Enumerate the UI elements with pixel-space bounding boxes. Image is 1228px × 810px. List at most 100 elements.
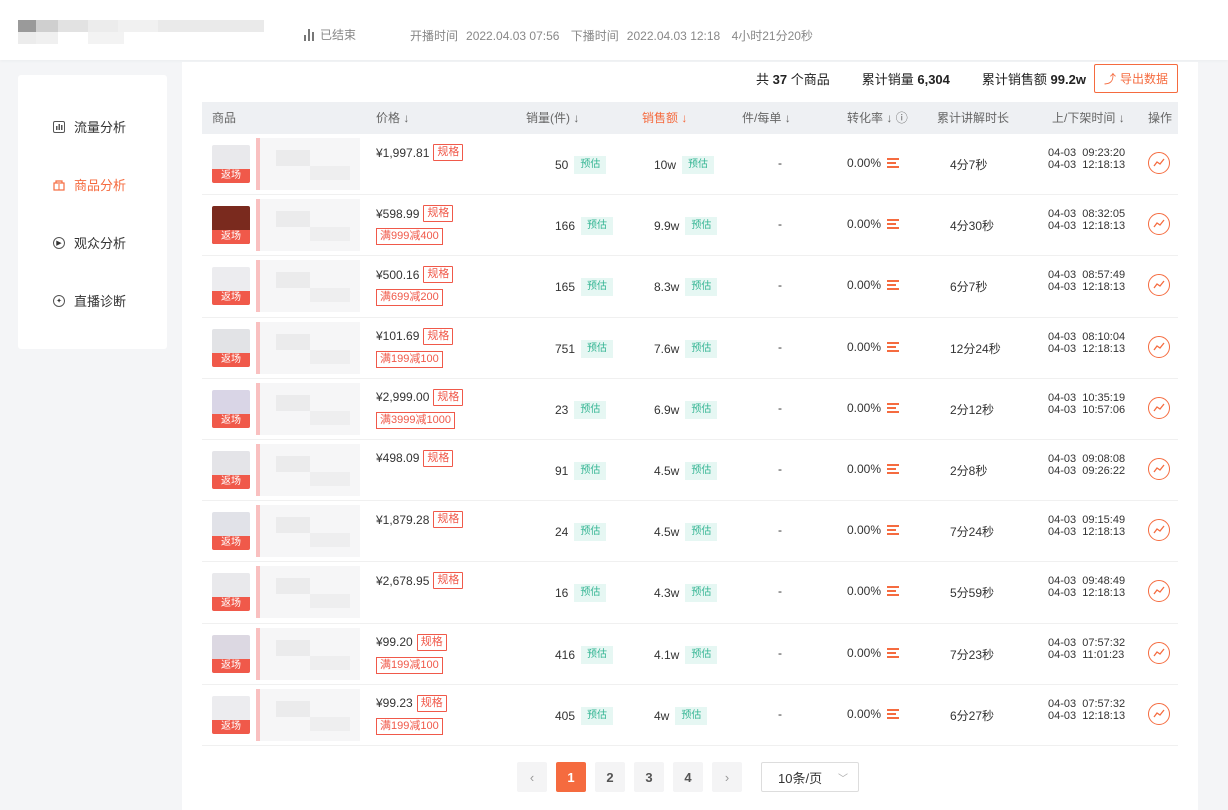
spec-tag[interactable]: 规格 xyxy=(423,205,454,223)
revenue-cell: 4.1w 预估 xyxy=(654,645,718,664)
conversion-cell: 0.00% xyxy=(847,707,900,721)
col-price[interactable]: 价格 ↓ xyxy=(376,102,409,134)
chart-icon xyxy=(53,120,65,133)
list-icon[interactable] xyxy=(887,341,900,352)
page-button[interactable]: 4 xyxy=(673,762,703,792)
col-sales[interactable]: 销量(件) ↓ xyxy=(526,102,579,134)
trend-icon[interactable] xyxy=(1148,702,1170,725)
product-thumbnail[interactable]: 返场 xyxy=(212,145,250,183)
page-button[interactable]: 3 xyxy=(634,762,664,792)
product-thumbnail[interactable]: 返场 xyxy=(212,695,250,734)
list-icon[interactable] xyxy=(887,647,900,658)
export-button[interactable]: ⤴ 导出数据 xyxy=(1093,63,1178,93)
per-order-value: - xyxy=(778,156,782,170)
estimate-tag: 预估 xyxy=(574,523,607,542)
product-thumbnail[interactable]: 返场 xyxy=(212,328,250,367)
col-explain: 累计讲解时长 xyxy=(937,111,1010,125)
list-icon[interactable] xyxy=(887,586,900,597)
total-sales: 累计销量 6,304 xyxy=(861,71,950,87)
trend-icon[interactable] xyxy=(1148,519,1170,542)
product-thumbnail[interactable]: 返场 xyxy=(212,389,250,428)
spec-tag[interactable]: 规格 xyxy=(423,327,454,345)
conversion-cell: 0.00% xyxy=(847,340,900,354)
spec-tag[interactable]: 规格 xyxy=(416,694,447,712)
trend-icon[interactable] xyxy=(1148,213,1170,236)
revenue-value: 10w xyxy=(654,158,677,172)
product-thumbnail[interactable]: 返场 xyxy=(212,450,250,489)
shelf-times: 04-03 08:57:49 04-03 12:18:13 xyxy=(1048,269,1126,294)
revenue-cell: 4.5w 预估 xyxy=(654,461,718,480)
sidebar-item-traffic[interactable]: 流量分析 xyxy=(53,117,126,136)
trend-icon[interactable] xyxy=(1148,580,1170,603)
price-cell: ¥1,879.28 规格 xyxy=(376,511,464,529)
page-button[interactable]: 2 xyxy=(595,762,625,792)
col-conversion[interactable]: 转化率 ↓ ⓘ xyxy=(847,102,908,134)
list-icon[interactable] xyxy=(887,280,900,291)
table-row: 返场 ¥2,999.00 规格 满3999减1000 23 预估 6.9w 预估… xyxy=(202,379,1178,440)
export-icon: ⤴ xyxy=(1103,71,1116,86)
list-icon[interactable] xyxy=(887,219,900,230)
trend-icon[interactable] xyxy=(1148,274,1170,297)
sales-value: 405 xyxy=(555,708,576,723)
list-icon[interactable] xyxy=(887,402,900,413)
explain-duration: 2分8秒 xyxy=(950,463,988,478)
page-button[interactable]: 1 xyxy=(556,762,586,792)
spec-tag[interactable]: 规格 xyxy=(423,266,454,284)
sort-icon: ↓ xyxy=(784,111,791,125)
spec-tag[interactable]: 规格 xyxy=(433,144,464,161)
back-tag: 返场 xyxy=(212,719,250,734)
blurred-product-title xyxy=(256,260,360,313)
price-cell: ¥498.09 规格 xyxy=(376,449,454,467)
promo-tag: 满699减200 xyxy=(376,289,443,307)
spec-tag[interactable]: 规格 xyxy=(433,388,464,406)
sidebar-item-audience[interactable]: ▶ 观众分析 xyxy=(53,233,126,252)
trend-icon[interactable] xyxy=(1148,457,1170,480)
prev-page-button[interactable]: ‹ xyxy=(517,762,547,792)
list-icon[interactable] xyxy=(887,525,900,536)
trend-icon[interactable] xyxy=(1148,396,1170,419)
product-thumbnail[interactable]: 返场 xyxy=(212,206,250,245)
spec-tag[interactable]: 规格 xyxy=(423,449,454,467)
list-icon[interactable] xyxy=(887,708,900,719)
spec-tag[interactable]: 规格 xyxy=(433,511,464,529)
list-icon[interactable] xyxy=(887,463,900,474)
shelf-times: 04-03 07:57:32 04-03 11:01:23 xyxy=(1048,636,1126,661)
product-thumbnail[interactable]: 返场 xyxy=(212,267,250,306)
price-value: ¥498.09 xyxy=(376,451,420,466)
list-icon[interactable] xyxy=(887,158,900,168)
back-tag: 返场 xyxy=(212,597,250,612)
help-icon[interactable]: ⓘ xyxy=(896,111,908,125)
back-tag: 返场 xyxy=(212,474,250,489)
conversion-value: 0.00% xyxy=(847,461,882,476)
conversion-cell: 0.00% xyxy=(847,646,900,660)
sort-icon: ↓ xyxy=(886,111,893,125)
sort-icon: ↓ xyxy=(403,111,410,125)
diagnose-icon: ✦ xyxy=(53,294,65,307)
trend-icon[interactable] xyxy=(1148,152,1170,174)
explain-duration: 4分30秒 xyxy=(950,219,995,234)
total-count: 共 37 个商品 xyxy=(755,71,830,87)
top-bar: 已结束 开播时间 2022.04.03 07:56 下播时间 2022.04.03 … xyxy=(0,0,1228,60)
col-revenue[interactable]: 销售额 ↓ xyxy=(642,102,687,134)
shelf-times: 04-03 09:23:20 04-03 12:18:13 xyxy=(1048,147,1126,171)
page-size-select[interactable]: 10条/页 ﹀ xyxy=(761,762,859,792)
trend-icon[interactable] xyxy=(1148,335,1170,358)
conversion-cell: 0.00% xyxy=(847,461,900,476)
next-page-button[interactable]: › xyxy=(712,762,742,792)
sidebar-item-diagnose[interactable]: ✦ 直播诊断 xyxy=(53,291,126,310)
spec-tag[interactable]: 规格 xyxy=(416,633,447,651)
product-thumbnail[interactable]: 返场 xyxy=(212,634,250,673)
sales-cell: 751 预估 xyxy=(555,339,614,358)
sort-icon: ↓ xyxy=(681,111,688,125)
product-thumbnail[interactable]: 返场 xyxy=(212,512,250,551)
spec-tag[interactable]: 规格 xyxy=(433,572,464,590)
sidebar-item-goods[interactable]: 商品分析 xyxy=(53,175,126,194)
sales-value: 166 xyxy=(555,219,576,234)
blurred-product-title xyxy=(256,138,360,190)
revenue-value: 4w xyxy=(654,708,670,723)
trend-icon[interactable] xyxy=(1148,641,1170,664)
col-shelf-time[interactable]: 上/下架时间 ↓ xyxy=(1052,102,1125,134)
revenue-value: 4.3w xyxy=(654,586,680,601)
col-per-order[interactable]: 件/每单 ↓ xyxy=(742,102,791,134)
product-thumbnail[interactable]: 返场 xyxy=(212,573,250,612)
